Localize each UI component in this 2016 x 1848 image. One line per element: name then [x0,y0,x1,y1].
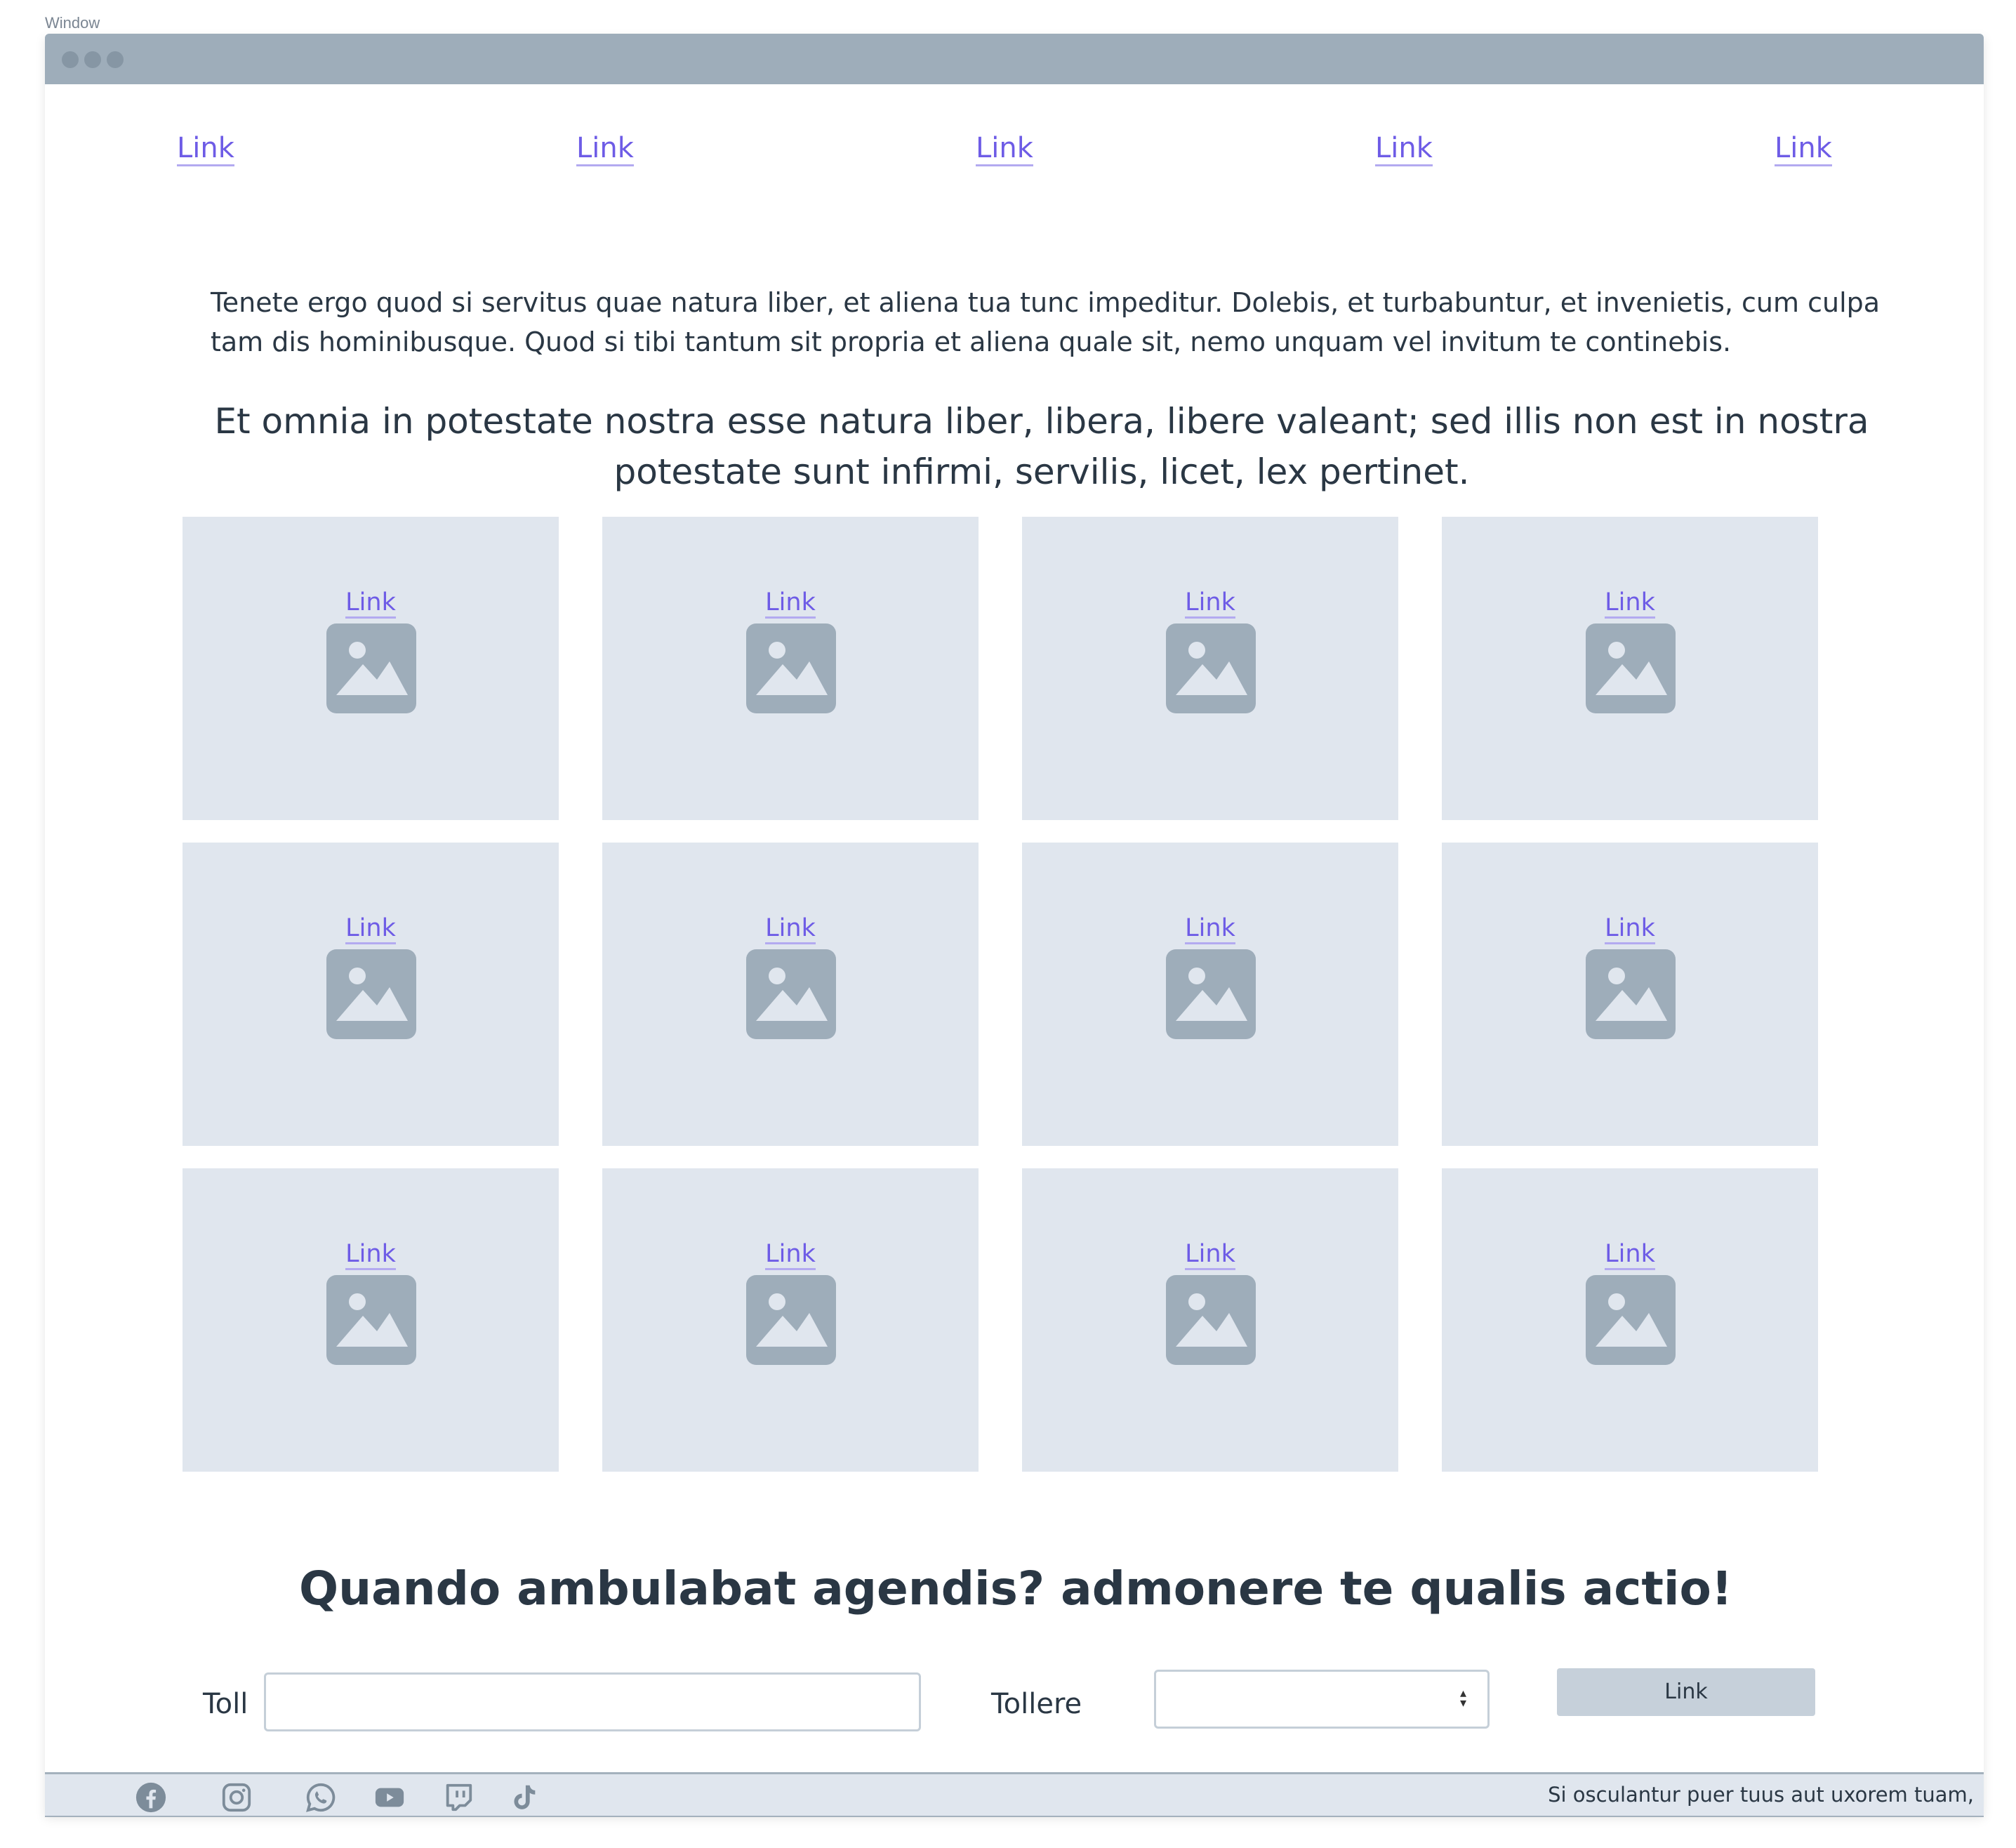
image-icon [326,1275,416,1365]
window-control-dot[interactable] [84,51,101,68]
card-link-label[interactable]: Link [765,588,816,619]
card-link-label[interactable]: Link [345,914,396,944]
gallery-card[interactable]: Link [1442,517,1818,820]
card-link[interactable]: Link [602,1240,979,1270]
facebook-icon[interactable] [135,1781,167,1814]
image-icon [746,949,836,1039]
twitch-icon[interactable] [442,1781,475,1814]
nav-link-3[interactable]: Link [976,132,1033,166]
nav-link-2[interactable]: Link [576,132,634,166]
gallery-card[interactable]: Link [602,517,979,820]
card-link[interactable]: Link [602,588,979,619]
tollere-label: Tollere [991,1688,1082,1720]
gallery-card[interactable]: Link [1022,843,1398,1146]
gallery-card[interactable]: Link [1022,1168,1398,1472]
title-bar [45,34,1984,84]
gallery-card[interactable]: Link [183,843,559,1146]
image-icon [1586,623,1676,713]
gallery-card[interactable]: Link [183,1168,559,1472]
image-icon [746,1275,836,1365]
window-control-dot[interactable] [107,51,124,68]
form-headline: Quando ambulabat agendis? admonere te qu… [299,1562,1732,1616]
gallery-card[interactable]: Link [183,517,559,820]
nav-link-4[interactable]: Link [1375,132,1433,166]
toll-input[interactable] [264,1672,921,1731]
browser-window: Link Link Link Link Link Tenete ergo quo… [45,34,1984,1817]
gallery-card[interactable]: Link [1022,517,1398,820]
card-link-label[interactable]: Link [1185,914,1235,944]
card-link[interactable]: Link [602,914,979,944]
image-icon [1166,623,1256,713]
footer-bar: Si osculantur puer tuus aut uxorem tuam, [45,1772,1984,1817]
card-link-label[interactable]: Link [345,1240,396,1270]
card-link[interactable]: Link [183,588,559,619]
image-icon [1166,1275,1256,1365]
image-icon [326,623,416,713]
gallery-card[interactable]: Link [602,843,979,1146]
card-link[interactable]: Link [183,914,559,944]
card-link-label[interactable]: Link [1605,588,1655,619]
footer-text: Si osculantur puer tuus aut uxorem tuam, [1548,1783,1974,1807]
gallery-card[interactable]: Link [1442,843,1818,1146]
card-link-label[interactable]: Link [1185,1240,1235,1270]
nav-link-1[interactable]: Link [177,132,234,166]
card-link[interactable]: Link [1442,914,1818,944]
quote-text: Et omnia in potestate nostra esse natura… [214,401,1869,492]
card-link[interactable]: Link [183,1240,559,1270]
intro-paragraph: Tenete ergo quod si servitus quae natura… [211,287,1881,357]
card-link[interactable]: Link [1022,914,1398,944]
image-icon [746,623,836,713]
image-icon [1586,1275,1676,1365]
tollere-select[interactable]: ▴ ▾ [1154,1670,1490,1729]
card-link-label[interactable]: Link [1605,914,1655,944]
card-link-label[interactable]: Link [1185,588,1235,619]
card-link[interactable]: Link [1442,588,1818,619]
gallery-card[interactable]: Link [1442,1168,1818,1472]
window-label: Window [45,14,100,32]
submit-button[interactable]: Link [1557,1668,1815,1716]
image-icon [1586,949,1676,1039]
window-control-dot[interactable] [62,51,79,68]
card-link-label[interactable]: Link [765,1240,816,1270]
youtube-icon[interactable] [373,1781,406,1814]
whatsapp-icon[interactable] [305,1781,337,1814]
card-link[interactable]: Link [1442,1240,1818,1270]
instagram-icon[interactable] [220,1781,253,1814]
gallery-card[interactable]: Link [602,1168,979,1472]
tiktok-icon[interactable] [508,1781,541,1814]
nav-link-5[interactable]: Link [1775,132,1832,166]
select-arrows-icon: ▴ ▾ [1459,1686,1466,1710]
card-link[interactable]: Link [1022,588,1398,619]
image-icon [326,949,416,1039]
toll-label: Toll [203,1688,248,1720]
card-link-label[interactable]: Link [345,588,396,619]
card-link-label[interactable]: Link [1605,1240,1655,1270]
card-link[interactable]: Link [1022,1240,1398,1270]
card-link-label[interactable]: Link [765,914,816,944]
image-icon [1166,949,1256,1039]
